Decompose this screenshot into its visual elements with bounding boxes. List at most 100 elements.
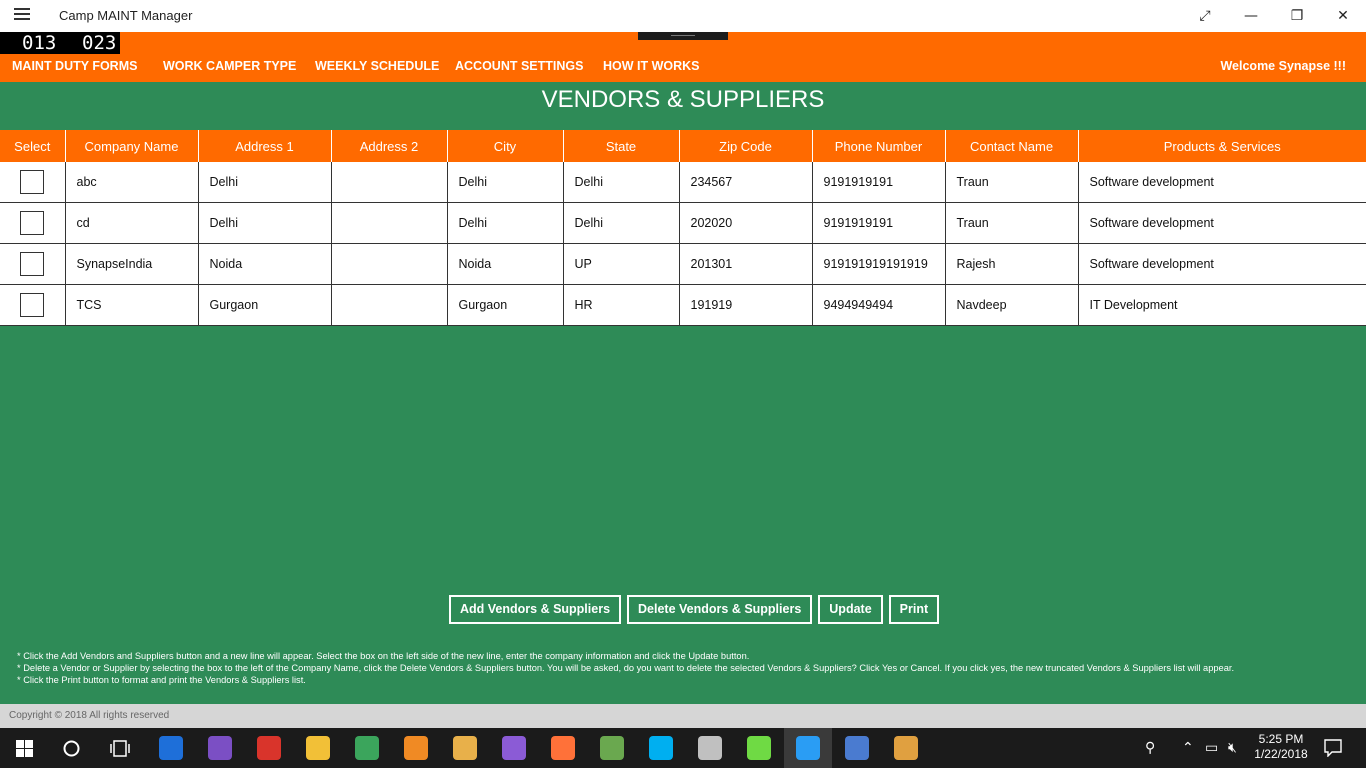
- products-services-cell[interactable]: IT Development: [1078, 284, 1366, 326]
- contact-name-cell[interactable]: Rajesh: [945, 243, 1079, 285]
- counter-right: 023: [82, 32, 117, 54]
- city-cell[interactable]: Gurgaon: [447, 284, 564, 326]
- vendors-table: Select Company Name Address 1 Address 2 …: [0, 130, 1366, 326]
- chrome-icon[interactable]: [355, 736, 379, 760]
- zip-code-cell[interactable]: 202020: [679, 202, 813, 244]
- company-name-cell[interactable]: SynapseIndia: [65, 243, 199, 285]
- address2-cell[interactable]: [331, 284, 448, 326]
- print-button[interactable]: Print: [888, 595, 940, 624]
- header-company-name: Company Name: [65, 130, 199, 162]
- header-select: Select: [0, 130, 66, 162]
- clock-time: 5:25 PM: [1258, 732, 1304, 746]
- city-cell[interactable]: Delhi: [447, 162, 564, 203]
- windows-start-icon[interactable]: [16, 740, 33, 757]
- address1-cell[interactable]: Gurgaon: [198, 284, 332, 326]
- header-city: City: [447, 130, 564, 162]
- state-cell[interactable]: UP: [563, 243, 680, 285]
- restore-button[interactable]: ❐: [1274, 0, 1320, 32]
- products-services-cell[interactable]: Software development: [1078, 162, 1366, 203]
- table-row: cd Delhi Delhi Delhi 202020 9191919191 T…: [0, 202, 1366, 244]
- camp-maint-icon[interactable]: [796, 736, 820, 760]
- state-cell[interactable]: Delhi: [563, 202, 680, 244]
- header-zip-code: Zip Code: [679, 130, 813, 162]
- clock[interactable]: 5:25 PM 1/22/2018: [1252, 732, 1310, 762]
- counter-left: 013: [22, 32, 57, 54]
- address2-cell[interactable]: [331, 202, 448, 244]
- flame-app-icon[interactable]: [404, 736, 428, 760]
- update-button[interactable]: Update: [818, 595, 883, 624]
- phone-number-cell[interactable]: 9494949494: [812, 284, 946, 326]
- address1-cell[interactable]: Noida: [198, 243, 332, 285]
- task-view-icon[interactable]: [110, 740, 130, 757]
- app-title: Camp MAINT Manager: [59, 8, 193, 23]
- edge-icon[interactable]: [159, 736, 183, 760]
- photo-app-icon[interactable]: [600, 736, 624, 760]
- minimize-button[interactable]: —: [1228, 0, 1274, 32]
- nav-how-it-works[interactable]: HOW IT WORKS: [603, 59, 700, 73]
- cat-app-icon[interactable]: [208, 736, 232, 760]
- company-name-cell[interactable]: cd: [65, 202, 199, 244]
- company-name-cell[interactable]: TCS: [65, 284, 199, 326]
- header-address-1: Address 1: [198, 130, 332, 162]
- vc-app-icon[interactable]: [257, 736, 281, 760]
- instructions: * Click the Add Vendors and Suppliers bu…: [17, 650, 1234, 686]
- nav-account-settings[interactable]: ACCOUNT SETTINGS: [455, 59, 583, 73]
- hamburger-menu-icon[interactable]: [14, 8, 30, 22]
- row-select-checkbox[interactable]: [20, 252, 45, 276]
- welcome-text: Welcome Synapse !!!: [1220, 59, 1346, 73]
- table-row: TCS Gurgaon Gurgaon HR 191919 9494949494…: [0, 284, 1366, 326]
- fullscreen-icon[interactable]: ⤢: [1182, 0, 1228, 32]
- phone-number-cell[interactable]: 919191919191919: [812, 243, 946, 285]
- address2-cell[interactable]: [331, 162, 448, 203]
- volume-muted-icon[interactable]: 🔇︎: [1228, 740, 1237, 756]
- instruction-add: * Click the Add Vendors and Suppliers bu…: [17, 651, 750, 661]
- city-cell[interactable]: Noida: [447, 243, 564, 285]
- remote-desktop-icon[interactable]: [845, 736, 869, 760]
- table-row: SynapseIndia Noida Noida UP 201301 91919…: [0, 243, 1366, 285]
- phone-number-cell[interactable]: 9191919191: [812, 202, 946, 244]
- phone-number-cell[interactable]: 9191919191: [812, 162, 946, 203]
- nav-weekly-schedule[interactable]: WEEKLY SCHEDULE: [315, 59, 439, 73]
- add-vendors-button[interactable]: Add Vendors & Suppliers: [449, 595, 622, 624]
- state-cell[interactable]: HR: [563, 284, 680, 326]
- products-services-cell[interactable]: Software development: [1078, 202, 1366, 244]
- paint-app-icon[interactable]: [894, 736, 918, 760]
- table-row: abc Delhi Delhi Delhi 234567 9191919191 …: [0, 162, 1366, 203]
- close-button[interactable]: ✕: [1320, 0, 1366, 32]
- people-icon[interactable]: ⚲: [1145, 740, 1155, 756]
- network-icon[interactable]: ▭: [1205, 740, 1218, 756]
- company-name-cell[interactable]: abc: [65, 162, 199, 203]
- zip-code-cell[interactable]: 191919: [679, 284, 813, 326]
- drag-handle[interactable]: [638, 32, 728, 40]
- skype-icon[interactable]: [649, 736, 673, 760]
- mail-app-icon[interactable]: [453, 736, 477, 760]
- products-services-cell[interactable]: Software development: [1078, 243, 1366, 285]
- row-select-checkbox[interactable]: [20, 170, 45, 194]
- address1-cell[interactable]: Delhi: [198, 202, 332, 244]
- header-address-2: Address 2: [331, 130, 448, 162]
- contact-name-cell[interactable]: Traun: [945, 162, 1079, 203]
- chevron-up-icon[interactable]: ⌃: [1182, 740, 1194, 756]
- file-explorer-icon[interactable]: [306, 736, 330, 760]
- nav-work-camper-type[interactable]: WORK CAMPER TYPE: [163, 59, 296, 73]
- delete-vendors-button[interactable]: Delete Vendors & Suppliers: [627, 595, 813, 624]
- upwork-icon[interactable]: [747, 736, 771, 760]
- contact-name-cell[interactable]: Navdeep: [945, 284, 1079, 326]
- zip-code-cell[interactable]: 201301: [679, 243, 813, 285]
- search-icon[interactable]: [63, 740, 80, 757]
- address1-cell[interactable]: Delhi: [198, 162, 332, 203]
- contact-name-cell[interactable]: Traun: [945, 202, 1079, 244]
- city-cell[interactable]: Delhi: [447, 202, 564, 244]
- address2-cell[interactable]: [331, 243, 448, 285]
- row-select-checkbox[interactable]: [20, 211, 45, 235]
- zip-code-cell[interactable]: 234567: [679, 162, 813, 203]
- footer: Copyright © 2018 All rights reserved: [0, 704, 1366, 728]
- tools-app-icon[interactable]: [698, 736, 722, 760]
- firefox-icon[interactable]: [551, 736, 575, 760]
- state-cell[interactable]: Delhi: [563, 162, 680, 203]
- header-products-services: Products & Services: [1078, 130, 1366, 162]
- action-center-icon[interactable]: [1324, 739, 1342, 757]
- nav-maint-duty-forms[interactable]: MAINT DUTY FORMS: [12, 59, 137, 73]
- visual-studio-icon[interactable]: [502, 736, 526, 760]
- row-select-checkbox[interactable]: [20, 293, 45, 317]
